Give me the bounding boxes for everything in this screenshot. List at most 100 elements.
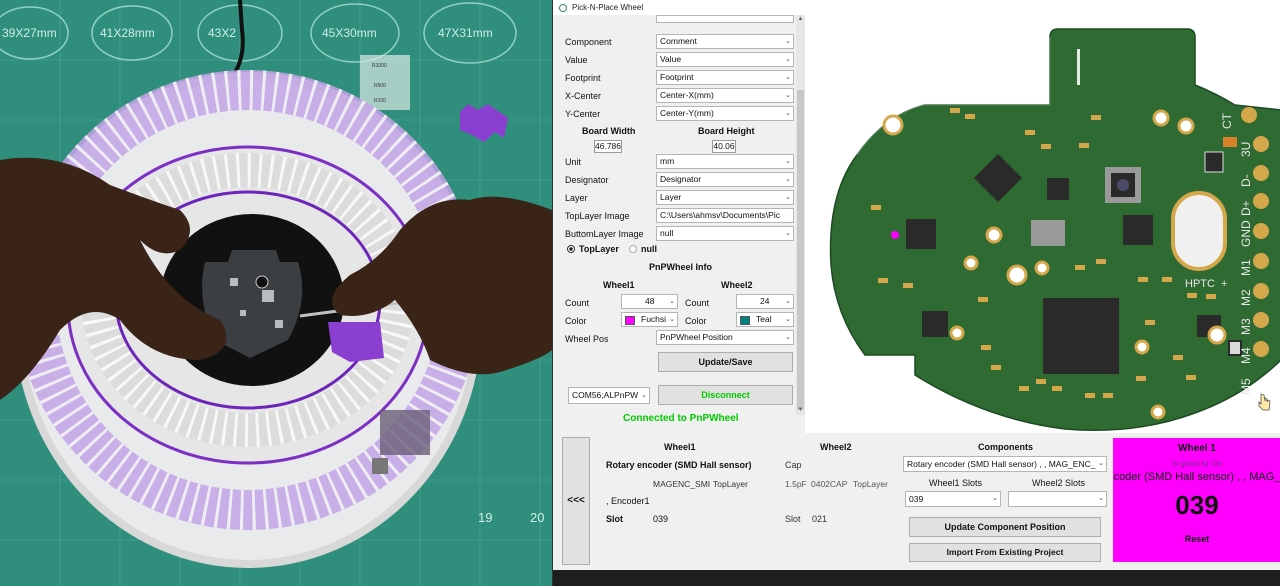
toplayer-image-select[interactable]: C:\Users\ahmsv\Documents\Pic	[656, 208, 794, 223]
pin-label: M5	[1239, 378, 1253, 395]
app-icon	[559, 3, 567, 12]
top-hidden-combo[interactable]	[656, 15, 794, 23]
board-height-input[interactable]: 40.06	[712, 140, 736, 153]
toplayer-radio[interactable]: TopLayer	[567, 244, 619, 254]
pin-label: CT	[1220, 112, 1234, 129]
wheel1-title: Wheel1	[603, 280, 635, 290]
teal-swatch	[740, 316, 750, 325]
wheel1-slots-select[interactable]: 039 ⌄	[905, 491, 1001, 507]
wheel1-header: Wheel1	[664, 442, 696, 452]
board-width-input[interactable]: 46.786	[594, 140, 622, 153]
y-center-label: Y-Center	[565, 109, 601, 119]
value-row: Value Value ⌄	[553, 51, 796, 69]
wheel1-color-select[interactable]: Fuchsi ⌄	[621, 312, 678, 327]
unit-row: Unit mm ⌄	[553, 153, 796, 171]
window-title: Pick-N-Place Wheel	[572, 3, 644, 12]
wheel2-color-label: Color	[685, 316, 707, 326]
update-component-position-button[interactable]: Update Component Position	[909, 517, 1101, 537]
wheel2-component-name: Cap	[785, 460, 802, 470]
update-save-button[interactable]: Update/Save	[658, 352, 793, 372]
wheel-status-title: Wheel 1	[1178, 443, 1216, 454]
value-select[interactable]: Value ⌄	[656, 52, 794, 67]
chevron-down-icon: ⌄	[785, 56, 791, 63]
chevron-down-icon: ⌄	[785, 158, 791, 165]
pin-label: M3	[1239, 318, 1253, 335]
wheel1-layer: TopLayer	[713, 479, 748, 489]
wheel2-value: 1.5pF	[785, 479, 807, 489]
back-button[interactable]: <<<	[562, 437, 590, 565]
wheel-status-subtitle: is good to Go	[1171, 458, 1223, 468]
mat-number: 19	[478, 510, 492, 525]
wheel1-slot-value: 039	[653, 514, 669, 524]
mat-label: 45X30mm	[322, 26, 377, 40]
footprint-row: Footprint Footprint ⌄	[553, 69, 796, 87]
settings-scrollbar[interactable]: ▲ ▼	[796, 15, 805, 415]
wheel2-slots-select[interactable]: ⌄	[1008, 491, 1107, 507]
components-select[interactable]: Rotary encoder (SMD Hall sensor) , , MAG…	[903, 456, 1107, 472]
connection-status: Connected to PnPWheel	[623, 413, 739, 424]
footprint-select[interactable]: Footprint ⌄	[656, 70, 794, 85]
settings-panel: Component Comment ⌄ Value Value ⌄ Footprin…	[553, 15, 805, 433]
component-label: Component	[565, 37, 612, 47]
designator-row: Designator Designator ⌄	[553, 171, 796, 189]
resistor-label: R500	[374, 83, 386, 89]
layer-row: Layer Layer ⌄	[553, 189, 796, 207]
pcb-view[interactable]: CT 3U D- D+ GND M1 M2 M3 M4 M5 HPTC +	[805, 15, 1280, 433]
mat-label: 39X27mm	[2, 26, 57, 40]
designator-select[interactable]: Designator ⌄	[656, 172, 794, 187]
resistor-label: R100	[374, 98, 386, 104]
x-center-select[interactable]: Center-X(mm) ⌄	[656, 88, 794, 103]
wheel-pos-select[interactable]: PnPWheel Position ⌄	[656, 330, 794, 345]
wheel-status-slot: 039	[1175, 490, 1219, 520]
bottomlayer-image-label: ButtomLayer Image	[565, 229, 644, 239]
chevron-down-icon: ⌄	[669, 316, 675, 323]
camera-photo: 39X27mm 41X28mm 43X2 45X30mm 47X31mm 19 …	[0, 0, 552, 586]
mouse-cursor-icon	[1258, 393, 1271, 411]
unit-label: Unit	[565, 157, 582, 167]
y-center-select[interactable]: Center-Y(mm) ⌄	[656, 106, 794, 121]
wheel2-count-select[interactable]: 24 ⌄	[736, 294, 794, 309]
scroll-up-icon[interactable]: ▲	[796, 15, 805, 24]
pin-label: 3U	[1239, 142, 1253, 157]
components-header: Components	[978, 442, 1033, 452]
chevron-down-icon: ⌄	[785, 316, 791, 323]
wheel2-slot-label: Slot	[785, 514, 801, 524]
pin-label: HPTC	[1185, 278, 1215, 290]
wheel1-slots-label: Wheel1 Slots	[929, 478, 983, 488]
chevron-down-icon: ⌄	[785, 74, 791, 81]
chevron-down-icon: ⌄	[785, 230, 791, 237]
wheel1-footprint: MAGENC_SMI	[653, 479, 711, 489]
chevron-down-icon: ⌄	[785, 194, 791, 201]
layer-select[interactable]: Layer ⌄	[656, 190, 794, 205]
wheel2-layer: TopLayer	[853, 479, 888, 489]
wheel2-color-select[interactable]: Teal ⌄	[736, 312, 794, 327]
taskbar	[553, 570, 1280, 586]
disconnect-button[interactable]: Disconnect	[658, 385, 793, 405]
wheel-status-component: coder (SMD Hall sensor) , , MAG_	[1113, 471, 1280, 483]
pin-label: M2	[1239, 289, 1253, 306]
null-radio[interactable]: null	[629, 244, 657, 254]
toplayer-image-row: TopLayer Image C:\Users\ahmsv\Documents\…	[553, 207, 796, 225]
designator-label: Designator	[565, 175, 609, 185]
mat-label: 43X2	[208, 26, 236, 40]
unit-select[interactable]: mm ⌄	[656, 154, 794, 169]
layer-label: Layer	[565, 193, 588, 203]
x-center-label: X-Center	[565, 91, 602, 101]
wheel2-footprint: 0402CAP	[811, 479, 848, 489]
wheel-reset-button[interactable]: Reset	[1113, 534, 1280, 544]
chevron-down-icon: ⌄	[785, 110, 791, 117]
title-bar[interactable]: Pick-N-Place Wheel	[553, 0, 1280, 15]
com-port-select[interactable]: COM56;ALPnPW ⌄	[568, 387, 650, 404]
chevron-down-icon: ⌄	[785, 38, 791, 45]
import-project-button[interactable]: Import From Existing Project	[909, 543, 1101, 562]
mat-label: 47X31mm	[438, 26, 493, 40]
wheel2-count-label: Count	[685, 298, 710, 308]
component-select[interactable]: Comment ⌄	[656, 34, 794, 49]
toplayer-image-label: TopLayer Image	[565, 211, 630, 221]
scroll-down-icon[interactable]: ▼	[796, 406, 805, 415]
wheel2-slots-label: Wheel2 Slots	[1032, 478, 1086, 488]
scroll-thumb[interactable]	[797, 90, 804, 410]
pin-label: M1	[1239, 259, 1253, 276]
wheel1-count-select[interactable]: 48 ⌄	[621, 294, 678, 309]
bottomlayer-image-select[interactable]: null ⌄	[656, 226, 794, 241]
